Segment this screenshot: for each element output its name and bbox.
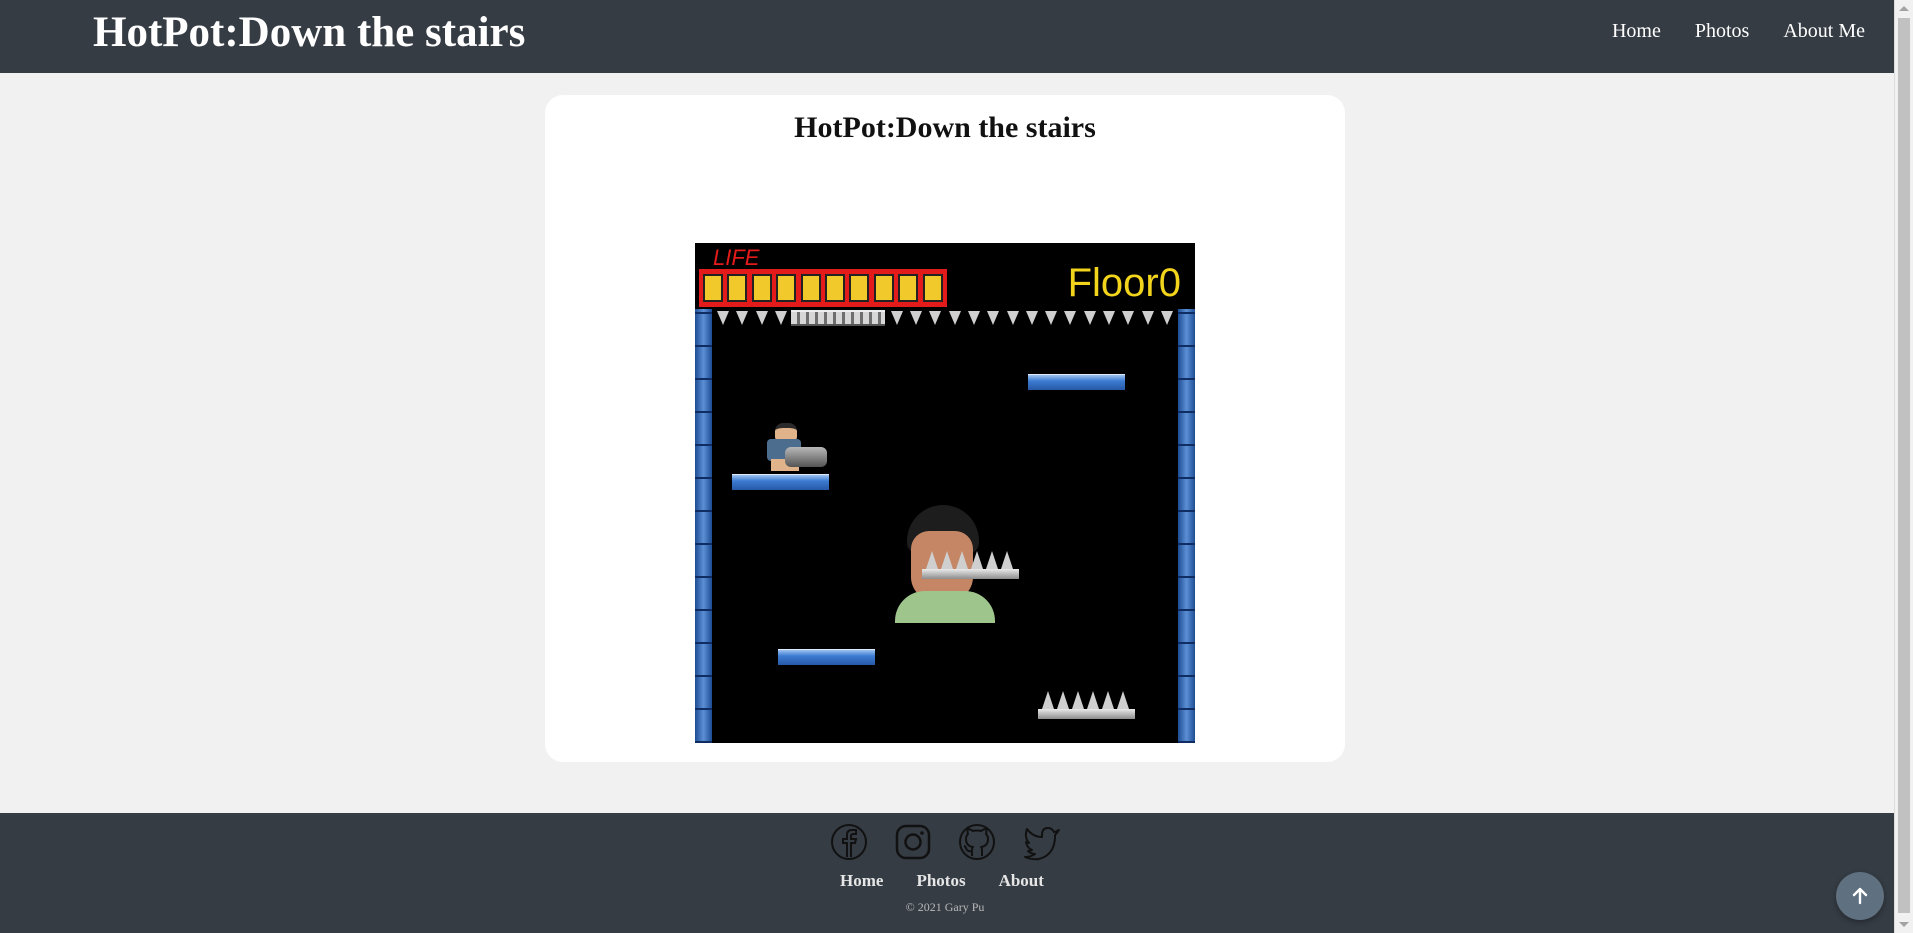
ceiling-spike [1160,311,1173,325]
ceiling-spike [1141,311,1154,325]
life-cell [825,274,845,302]
right-wall [1178,309,1195,743]
life-cell [751,274,772,302]
life-cell [800,274,821,302]
scroll-up-arrow-icon[interactable] [1899,6,1909,11]
game-canvas[interactable]: LIFE Floor0 [695,243,1195,743]
facebook-icon[interactable] [830,823,868,866]
ceiling-spike [890,311,903,325]
life-label: LIFE [713,245,760,270]
scroll-down-arrow-icon[interactable] [1899,922,1909,927]
normal-platform [1028,374,1125,390]
page-title: HotPot:Down the stairs [794,111,1096,144]
life-cell [776,274,797,302]
nav-about-link[interactable]: About Me [1783,20,1865,43]
ceiling-spike [1045,311,1058,325]
ceiling-spike [1083,311,1096,325]
ceiling-spike [967,311,980,325]
ceiling-spike [948,311,961,325]
ceiling-spike [755,311,768,325]
ceiling-spike [910,311,922,325]
life-cell [922,274,943,302]
normal-platform [778,649,875,665]
life-cell [849,274,870,302]
spike-platform [1038,689,1135,719]
ceiling-spike [717,311,729,325]
back-to-top-button[interactable] [1836,872,1884,920]
top-navbar: HotPot:Down the stairs Home Photos About… [0,0,1894,73]
floor-counter: Floor0 [1067,261,1181,305]
site-title[interactable]: HotPot:Down the stairs [93,8,525,57]
social-icons [830,823,1062,866]
twitter-icon[interactable] [1022,823,1062,866]
page-scrollbar[interactable] [1894,0,1913,933]
life-bar [699,269,947,307]
footer-about-link[interactable]: About [999,871,1044,891]
copyright: © 2021 Gary Pu [905,900,985,914]
github-icon[interactable] [958,823,996,866]
scroll-thumb[interactable] [1898,18,1910,913]
ceiling-spike [1103,311,1115,325]
ceiling-spike [1025,311,1038,325]
ceiling-conveyor [791,310,885,326]
nav-home-link[interactable]: Home [1612,20,1661,43]
player-sprite [757,423,829,471]
life-cell [898,274,919,302]
game-card: HotPot:Down the stairs LIFE Floor0 [545,95,1345,762]
instagram-icon[interactable] [894,823,932,866]
normal-platform [732,474,829,490]
ceiling-spike [774,311,787,325]
footer-home-link[interactable]: Home [840,871,883,891]
ceiling-spike [929,311,942,325]
arrow-up-icon [1852,887,1868,905]
life-cell [727,274,748,302]
footer-links: Home Photos About [840,871,1044,891]
ceiling-spike [1064,311,1077,325]
main-nav: Home Photos About Me [1612,20,1894,43]
ceiling-spike [736,311,749,325]
ceiling-spike [1006,311,1019,325]
left-wall [695,309,712,743]
footer: Home Photos About © 2021 Gary Pu [0,813,1894,933]
footer-photos-link[interactable]: Photos [916,871,965,891]
life-cell [703,274,723,302]
nav-photos-link[interactable]: Photos [1695,20,1749,43]
ceiling-spike [987,311,1000,325]
life-cell [873,274,894,302]
spike-platform [922,549,1019,579]
ceiling-spike [1122,311,1135,325]
